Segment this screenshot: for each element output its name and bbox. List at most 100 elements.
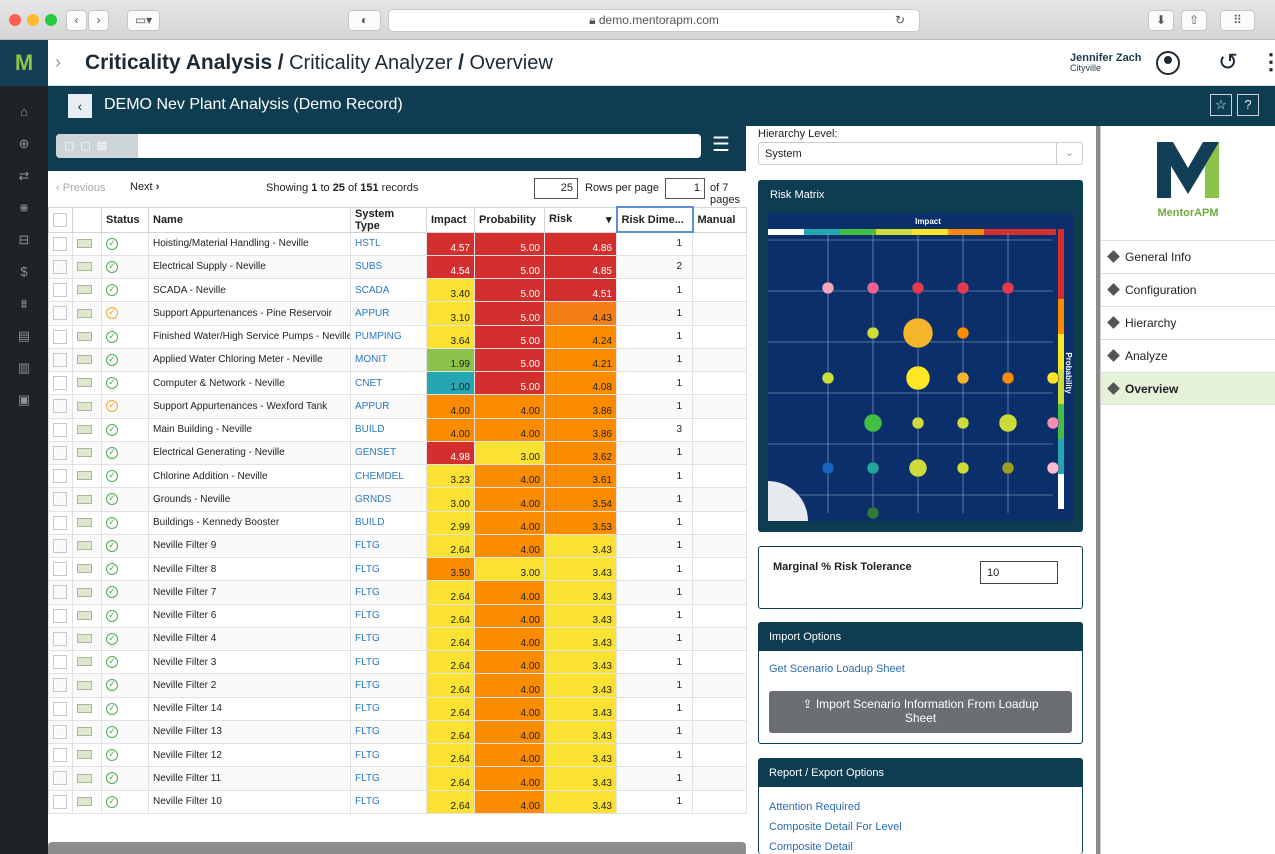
system-type[interactable]: SUBS [350, 254, 427, 280]
user-info[interactable]: Jennifer Zach Cityville [1070, 53, 1142, 74]
close-window-icon[interactable] [9, 14, 21, 26]
system-type[interactable]: CHEMDEL [350, 463, 427, 489]
select-all-header[interactable] [48, 206, 73, 233]
globe-icon[interactable]: ⊕ [0, 128, 48, 160]
asset-name[interactable]: Neville Filter 14 [148, 696, 351, 721]
asset-name[interactable]: Neville Filter 10 [148, 789, 351, 814]
system-type[interactable]: GENSET [350, 440, 427, 466]
column-header-status[interactable]: Status [101, 206, 149, 233]
asset-name[interactable]: Electrical Generating - Neville [148, 440, 351, 466]
table-row[interactable]: ✓ Computer & Network - Neville CNET 1.00 5.0… [48, 370, 747, 396]
system-type[interactable]: FLTG [350, 719, 427, 745]
record-card-icon[interactable] [72, 463, 102, 489]
system-type[interactable]: FLTG [350, 696, 427, 721]
column-header-manual[interactable]: Manual [692, 206, 747, 233]
scenario-loadup-link[interactable]: Get Scenario Loadup Sheet [769, 663, 905, 675]
record-card-icon[interactable] [72, 510, 102, 535]
row-checkbox[interactable] [48, 742, 73, 768]
home-icon[interactable]: ⌂ [0, 96, 48, 128]
table-row[interactable]: ✓ Neville Filter 8 FLTG 3.50 3.00 3.43 1 [48, 556, 747, 582]
table-row[interactable]: ✓ Neville Filter 13 FLTG 2.64 4.00 3.43 1 [48, 719, 747, 745]
table-row[interactable]: ✓ Neville Filter 10 FLTG 2.64 4.00 3.43 1 [48, 789, 747, 814]
horizontal-scrollbar[interactable] [48, 842, 746, 854]
record-card-icon[interactable] [72, 347, 102, 373]
system-type[interactable]: HSTL [350, 231, 427, 256]
next-button[interactable]: Next › [130, 181, 159, 193]
system-type[interactable]: FLTG [350, 556, 427, 582]
download-icon[interactable]: ⬇ [1148, 10, 1174, 31]
system-type[interactable]: FLTG [350, 533, 427, 559]
asset-name[interactable]: Neville Filter 9 [148, 533, 351, 559]
row-checkbox[interactable] [48, 580, 73, 605]
asset-name[interactable]: Computer & Network - Neville [148, 370, 351, 396]
previous-button[interactable]: ‹ Previous [56, 182, 106, 194]
table-row[interactable]: ✓ Neville Filter 9 FLTG 2.64 4.00 3.43 1 [48, 533, 747, 559]
table-row[interactable]: ✓ Electrical Supply - Neville SUBS 4.54 5.00… [48, 254, 747, 280]
record-card-icon[interactable] [72, 580, 102, 605]
asset-name[interactable]: Hoisting/Material Handling - Neville [148, 231, 351, 256]
row-checkbox[interactable] [48, 673, 73, 698]
minimize-window-icon[interactable] [27, 14, 39, 26]
browser-back-icon[interactable]: ‹ [66, 10, 87, 31]
system-type[interactable]: BUILD [350, 417, 427, 442]
table-row[interactable]: ✓ Finished Water/High Service Pumps - Nev… [48, 324, 747, 349]
column-header-probability[interactable]: Probability [474, 206, 545, 233]
breadcrumb-sub[interactable]: Criticality Analyzer [289, 52, 452, 74]
table-row[interactable]: ✓ Support Appurtenances - Pine Reservoir A… [48, 301, 747, 326]
record-card-icon[interactable] [72, 324, 102, 349]
table-row[interactable]: ✓ Main Building - Neville BUILD 4.00 4.00 3.8… [48, 417, 747, 442]
export-link-composite-detail-level[interactable]: Composite Detail For Level [769, 817, 902, 837]
record-card-icon[interactable] [72, 696, 102, 721]
privacy-shield-icon[interactable]: ◐ [348, 10, 381, 31]
asset-name[interactable]: Neville Filter 12 [148, 742, 351, 768]
row-checkbox[interactable] [48, 649, 73, 675]
nav-general-info[interactable]: General Info [1101, 240, 1275, 273]
column-header-name[interactable]: Name [148, 206, 351, 233]
asset-name[interactable]: Neville Filter 4 [148, 626, 351, 652]
row-checkbox[interactable] [48, 417, 73, 442]
archive-icon[interactable]: ▣ [0, 384, 48, 416]
row-checkbox[interactable] [48, 696, 73, 721]
address-bar[interactable]: 🔒︎ demo.mentorapm.com ↻ [388, 9, 920, 32]
column-header-system-type[interactable]: System Type [350, 206, 427, 233]
record-card-icon[interactable] [72, 649, 102, 675]
expand-chevron-icon[interactable]: › [55, 52, 61, 73]
row-checkbox[interactable] [48, 533, 73, 559]
column-list-icon[interactable]: ☰ [712, 132, 730, 157]
row-checkbox[interactable] [48, 626, 73, 652]
row-checkbox[interactable] [48, 789, 73, 814]
rows-per-page-input[interactable]: 25 [534, 178, 578, 199]
record-card-icon[interactable] [72, 254, 102, 280]
history-icon[interactable]: ↺ [1218, 48, 1238, 77]
record-card-icon[interactable] [72, 626, 102, 652]
tab-overview-icon[interactable]: ⠿ [1220, 10, 1255, 31]
table-row[interactable]: ✓ Grounds - Neville GRNDS 3.00 4.00 3.54 1 [48, 487, 747, 512]
row-checkbox[interactable] [48, 766, 73, 791]
table-row[interactable]: ✓ Neville Filter 3 FLTG 2.64 4.00 3.43 1 [48, 649, 747, 675]
row-checkbox[interactable] [48, 556, 73, 582]
more-menu-icon[interactable]: ⋮ [1260, 49, 1275, 75]
row-checkbox[interactable] [48, 301, 73, 326]
favorite-star-icon[interactable]: ☆ [1210, 94, 1232, 116]
table-row[interactable]: ✓ Neville Filter 12 FLTG 2.64 4.00 3.43 1 [48, 742, 747, 768]
back-button[interactable]: ‹ [68, 94, 92, 118]
asset-name[interactable]: Applied Water Chloring Meter - Neville [148, 347, 351, 373]
record-card-icon[interactable] [72, 487, 102, 512]
share-icon[interactable]: ⇧ [1181, 10, 1207, 31]
sidebar-toggle-icon[interactable]: ▭▾ [127, 10, 160, 31]
transfer-icon[interactable]: ⇄ [0, 160, 48, 192]
record-card-icon[interactable] [72, 556, 102, 582]
system-type[interactable]: FLTG [350, 766, 427, 791]
asset-name[interactable]: Main Building - Neville [148, 417, 351, 442]
system-type[interactable]: CNET [350, 370, 427, 396]
app-logo[interactable]: M [0, 40, 48, 86]
risk-tolerance-input[interactable]: 10 [980, 561, 1058, 584]
network-icon[interactable]: ⋇ [0, 192, 48, 224]
asset-name[interactable]: SCADA - Neville [148, 277, 351, 303]
record-card-icon[interactable] [72, 742, 102, 768]
table-row[interactable]: ✓ Neville Filter 6 FLTG 2.64 4.00 3.43 1 [48, 603, 747, 628]
bar-chart-icon[interactable]: ▥ [0, 352, 48, 384]
table-row[interactable]: ✓ Support Appurtenances - Wexford Tank APP… [48, 394, 747, 419]
row-checkbox[interactable] [48, 324, 73, 349]
asset-name[interactable]: Support Appurtenances - Wexford Tank [148, 394, 351, 419]
